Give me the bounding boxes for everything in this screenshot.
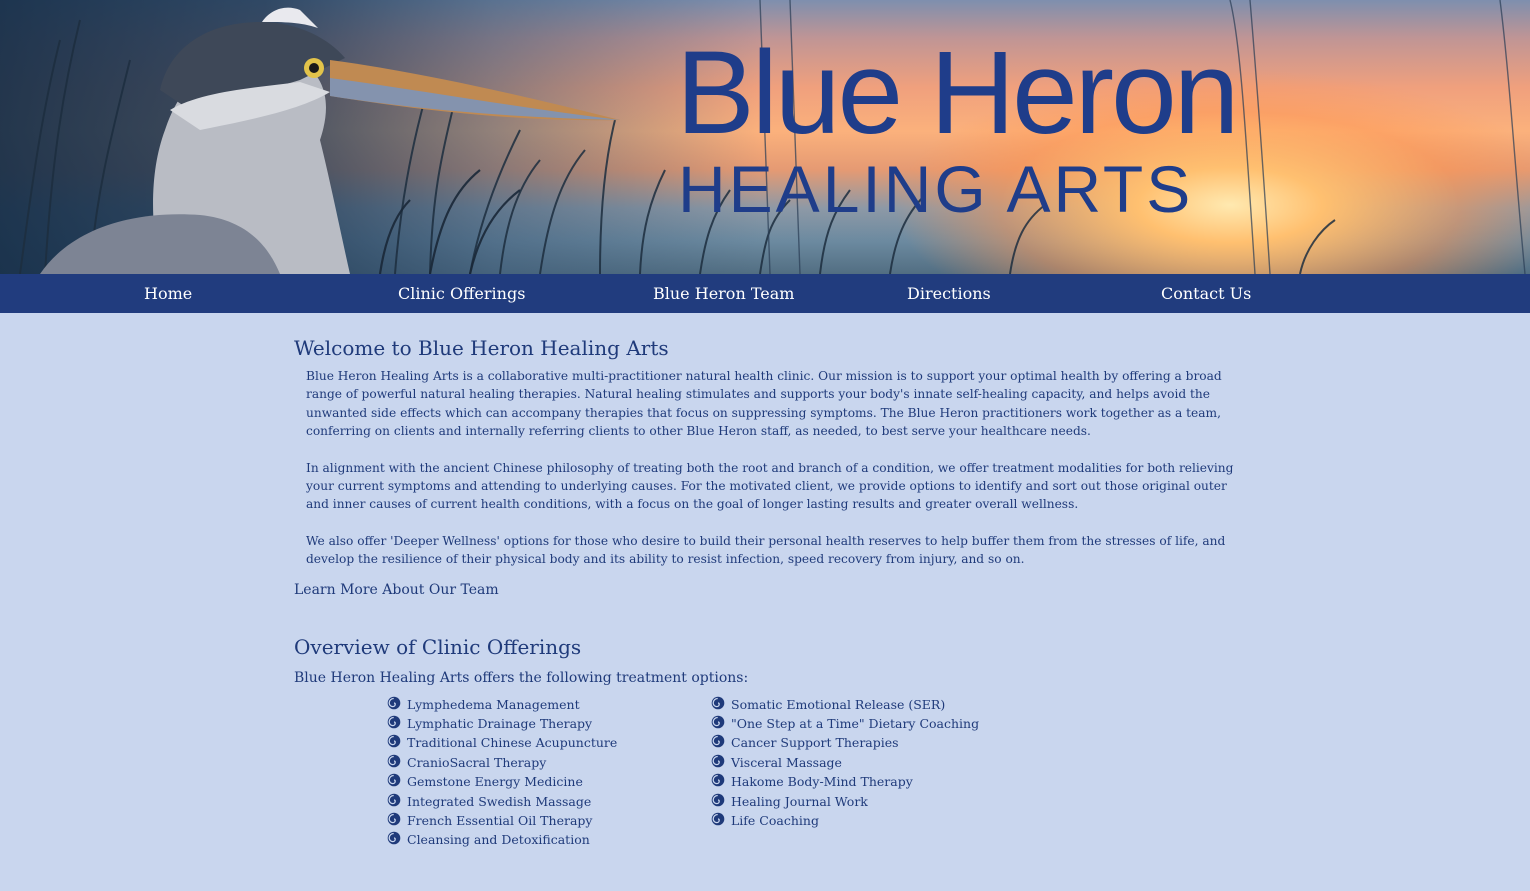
spiral-icon bbox=[387, 715, 401, 729]
welcome-paragraph: Blue Heron Healing Arts is a collaborati… bbox=[306, 369, 1222, 439]
nav-directions[interactable]: Directions bbox=[907, 274, 991, 313]
offering-label: Healing Journal Work bbox=[731, 793, 868, 809]
nav-home[interactable]: Home bbox=[144, 274, 192, 313]
offerings-heading: Overview of Clinic Offerings bbox=[294, 634, 582, 659]
offering-label: Integrated Swedish Massage bbox=[407, 793, 592, 809]
spiral-icon bbox=[387, 812, 401, 826]
spiral-icon bbox=[711, 793, 725, 806]
spiral-icon bbox=[387, 754, 401, 768]
spiral-icon bbox=[711, 773, 725, 787]
offering-item: French Essential Oil Therapy bbox=[387, 811, 617, 830]
spiral-icon bbox=[387, 696, 401, 709]
welcome-paragraph: In alignment with the ancient Chinese ph… bbox=[306, 460, 1234, 512]
offerings-list-left: Lymphedema Management Lymphatic Drainage … bbox=[387, 695, 617, 850]
spiral-icon bbox=[387, 793, 401, 806]
offering-item: Visceral Massage bbox=[711, 753, 979, 772]
logo-title: Blue Heron bbox=[676, 27, 1239, 159]
offerings-lists: Lymphedema Management Lymphatic Drainage … bbox=[294, 695, 1254, 855]
offering-label: Cancer Support Therapies bbox=[731, 735, 899, 751]
offering-item: Somatic Emotional Release (SER) bbox=[711, 695, 979, 714]
offering-item: Traditional Chinese Acupuncture bbox=[387, 733, 617, 752]
spiral-icon bbox=[711, 696, 725, 709]
offering-label: Lymphedema Management bbox=[407, 696, 580, 712]
offering-item: Hakome Body-Mind Therapy bbox=[711, 772, 979, 791]
offering-item: Gemstone Energy Medicine bbox=[387, 772, 617, 791]
offering-label: French Essential Oil Therapy bbox=[407, 813, 593, 828]
offering-item: Integrated Swedish Massage bbox=[387, 792, 617, 811]
nav-clinic-offerings[interactable]: Clinic Offerings bbox=[398, 274, 525, 313]
welcome-paragraph: We also offer 'Deeper Wellness' options … bbox=[306, 533, 1226, 567]
nav-contact-us[interactable]: Contact Us bbox=[1161, 274, 1251, 313]
offerings-list-right: Somatic Emotional Release (SER) "One Step… bbox=[711, 695, 979, 831]
offering-item: CranioSacral Therapy bbox=[387, 753, 617, 772]
offering-label: Gemstone Energy Medicine bbox=[407, 774, 583, 790]
logo-subtitle: HEALING ARTS bbox=[678, 152, 1194, 226]
offering-item: Life Coaching bbox=[711, 811, 979, 830]
spiral-icon bbox=[387, 735, 401, 748]
offering-label: Hakome Body-Mind Therapy bbox=[731, 774, 913, 790]
offering-item: Cancer Support Therapies bbox=[711, 733, 979, 752]
spiral-icon bbox=[711, 735, 725, 748]
offering-item: Lymphatic Drainage Therapy bbox=[387, 714, 617, 733]
main-nav: Home Clinic Offerings Blue Heron Team Di… bbox=[0, 274, 1530, 313]
nav-blue-heron-team[interactable]: Blue Heron Team bbox=[653, 274, 794, 313]
offering-label: Somatic Emotional Release (SER) bbox=[731, 696, 946, 712]
welcome-heading: Welcome to Blue Heron Healing Arts bbox=[294, 336, 669, 360]
offering-label: Visceral Massage bbox=[731, 754, 842, 770]
main-content: Welcome to Blue Heron Healing Arts Blue … bbox=[294, 335, 1254, 855]
spiral-icon bbox=[711, 754, 725, 768]
header-banner: Blue Heron HEALING ARTS bbox=[0, 0, 1530, 274]
offering-item: "One Step at a Time" Dietary Coaching bbox=[711, 714, 979, 733]
offering-label: Cleansing and Detoxification bbox=[407, 832, 590, 848]
offerings-intro: Blue Heron Healing Arts offers the follo… bbox=[294, 669, 749, 686]
learn-more-team-link[interactable]: Learn More About Our Team bbox=[294, 580, 1254, 600]
welcome-text: Blue Heron Healing Arts is a collaborati… bbox=[306, 367, 1250, 569]
spiral-icon bbox=[387, 832, 401, 845]
offering-item: Healing Journal Work bbox=[711, 792, 979, 811]
offering-label: Lymphatic Drainage Therapy bbox=[407, 716, 593, 732]
offering-label: CranioSacral Therapy bbox=[407, 754, 547, 770]
offering-label: Life Coaching bbox=[731, 813, 819, 828]
spiral-icon bbox=[711, 715, 725, 729]
spiral-icon bbox=[387, 773, 401, 787]
offering-label: "One Step at a Time" Dietary Coaching bbox=[731, 716, 980, 732]
offering-item: Lymphedema Management bbox=[387, 695, 617, 714]
offering-label: Traditional Chinese Acupuncture bbox=[407, 735, 618, 751]
offering-item: Cleansing and Detoxification bbox=[387, 830, 617, 849]
spiral-icon bbox=[711, 812, 725, 826]
